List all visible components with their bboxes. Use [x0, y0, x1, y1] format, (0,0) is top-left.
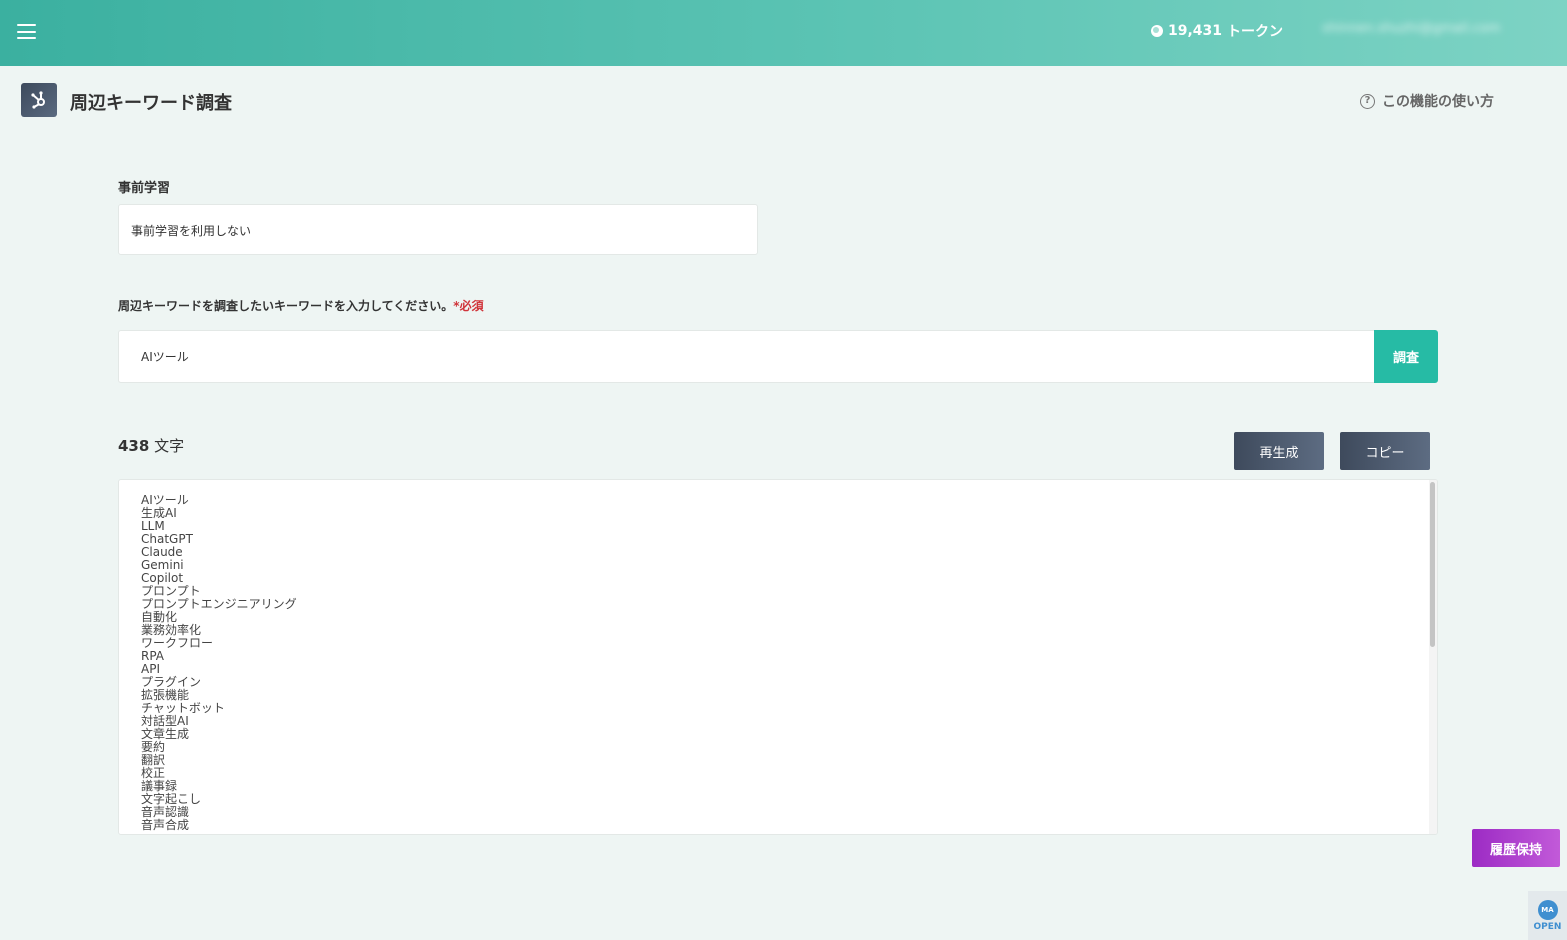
result-line: RPA — [141, 649, 165, 663]
keyword-label-text: 周辺キーワードを調査したいキーワードを入力してください。 — [118, 299, 454, 313]
copy-button[interactable]: コピー — [1340, 432, 1430, 470]
user-account-menu[interactable]: shinnen.shuzhi@gmail.com — [1322, 21, 1522, 41]
pretraining-select[interactable]: 事前学習を利用しない — [118, 204, 758, 255]
token-unit: トークン — [1227, 24, 1284, 40]
result-line: ワークフロー — [141, 636, 214, 650]
token-balance: 19,431 トークン — [1151, 20, 1283, 42]
open-widget-label: OPEN — [1533, 922, 1562, 932]
char-count-unit: 文字 — [154, 437, 185, 455]
help-link-label: この機能の使い方 — [1382, 94, 1494, 110]
result-scrollbar-thumb[interactable] — [1430, 482, 1435, 647]
history-keep-button[interactable]: 履歴保持 — [1472, 829, 1560, 867]
char-count-value: 438 — [118, 437, 150, 455]
required-mark: *必須 — [453, 299, 484, 313]
keyword-input[interactable] — [118, 330, 1374, 383]
token-count: 19,431 — [1168, 23, 1223, 39]
help-link[interactable]: ? この機能の使い方 — [1360, 91, 1494, 111]
keyword-label: 周辺キーワードを調査したいキーワードを入力してください。*必須 — [118, 297, 484, 314]
search-button[interactable]: 調査 — [1374, 330, 1438, 383]
hamburger-menu-icon[interactable] — [17, 24, 36, 39]
page-title: 周辺キーワード調査 — [70, 93, 232, 114]
regenerate-button[interactable]: 再生成 — [1234, 432, 1324, 470]
pretraining-label: 事前学習 — [118, 181, 171, 196]
result-line: 音声合成 — [141, 818, 190, 832]
question-circle-icon: ? — [1360, 93, 1375, 109]
open-chat-widget[interactable]: MA OPEN — [1528, 891, 1567, 940]
chat-widget-icon: MA — [1537, 900, 1558, 920]
result-textarea[interactable]: AIツール 生成AI LLM ChatGPT Claude Gemini Copilot プロ… — [118, 479, 1438, 835]
token-coin-icon — [1151, 25, 1163, 37]
result-list: AIツール 生成AI LLM ChatGPT Claude Gemini Copilot プロ… — [141, 494, 297, 832]
top-bar: 19,431 トークン shinnen.shuzhi@gmail.com — [0, 0, 1567, 66]
hub-network-icon — [21, 83, 57, 117]
result-scrollbar[interactable] — [1429, 480, 1437, 834]
char-count: 438 文字 — [118, 435, 184, 456]
